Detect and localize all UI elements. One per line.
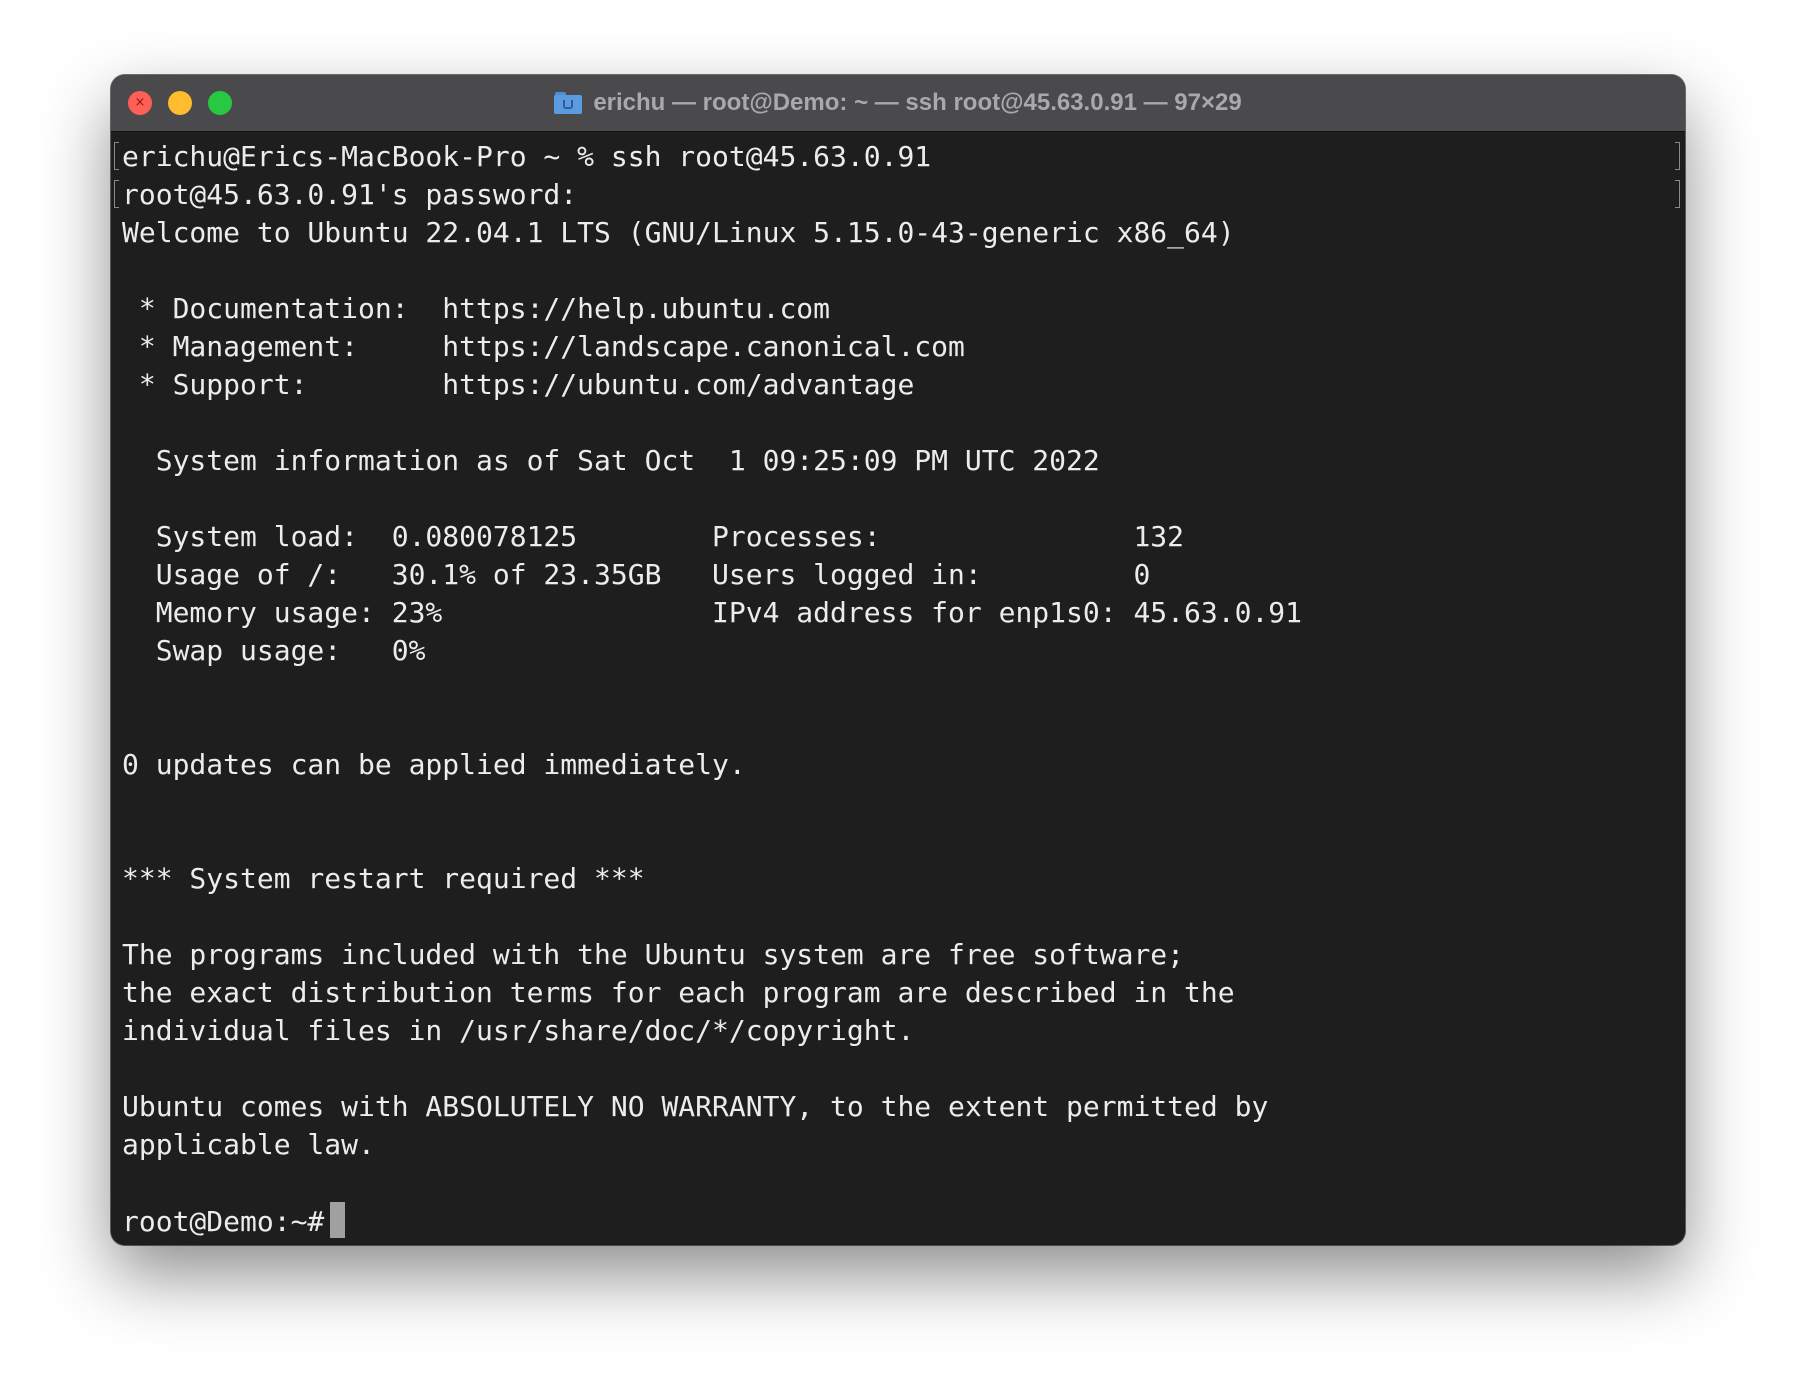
- terminal-line: applicable law.: [122, 1128, 375, 1161]
- folder-home-icon: [554, 92, 583, 114]
- terminal-line: root@45.63.0.91's password:: [122, 178, 578, 211]
- terminal-output: erichu@Erics-MacBook-Pro ~ % ssh root@45…: [122, 138, 1685, 1202]
- terminal-line: 0 updates can be applied immediately.: [122, 748, 746, 781]
- terminal-line: Memory usage: 23% IPv4 address for enp1s…: [122, 596, 1303, 629]
- terminal-window: × erichu — root@Demo: ~ — ssh root@45.63…: [111, 75, 1685, 1245]
- text-cursor: [330, 1202, 346, 1238]
- terminal-line: * Management: https://landscape.canonica…: [122, 330, 965, 363]
- terminal-line: * Support: https://ubuntu.com/advantage: [122, 368, 915, 401]
- command-mark-left: [114, 142, 119, 170]
- terminal-line: *** System restart required ***: [122, 862, 645, 895]
- terminal-line: Swap usage: 0%: [122, 634, 426, 667]
- command-mark-right: [1675, 180, 1680, 208]
- command-mark-left: [114, 180, 119, 208]
- terminal-line: Welcome to Ubuntu 22.04.1 LTS (GNU/Linux…: [122, 216, 1235, 249]
- terminal-line: individual files in /usr/share/doc/*/cop…: [122, 1014, 915, 1047]
- terminal-line: System load: 0.080078125 Processes: 132: [122, 520, 1185, 553]
- shell-prompt: root@Demo:~#: [122, 1205, 325, 1238]
- terminal-line: erichu@Erics-MacBook-Pro ~ % ssh root@45…: [122, 140, 932, 173]
- terminal-line: The programs included with the Ubuntu sy…: [122, 938, 1185, 971]
- window-title-area: erichu — root@Demo: ~ — ssh root@45.63.0…: [111, 75, 1685, 131]
- terminal-line: System information as of Sat Oct 1 09:25…: [122, 444, 1100, 477]
- terminal-line: the exact distribution terms for each pr…: [122, 976, 1235, 1009]
- terminal-line: * Documentation: https://help.ubuntu.com: [122, 292, 831, 325]
- window-title: erichu — root@Demo: ~ — ssh root@45.63.0…: [593, 89, 1242, 116]
- terminal-line: Ubuntu comes with ABSOLUTELY NO WARRANTY…: [122, 1090, 1269, 1123]
- command-mark-right: [1675, 142, 1680, 170]
- terminal-content[interactable]: erichu@Erics-MacBook-Pro ~ % ssh root@45…: [111, 132, 1685, 1245]
- terminal-line: Usage of /: 30.1% of 23.35GB Users logge…: [122, 558, 1151, 591]
- terminal-prompt-line[interactable]: root@Demo:~#: [122, 1202, 1685, 1240]
- title-bar[interactable]: × erichu — root@Demo: ~ — ssh root@45.63…: [111, 75, 1685, 132]
